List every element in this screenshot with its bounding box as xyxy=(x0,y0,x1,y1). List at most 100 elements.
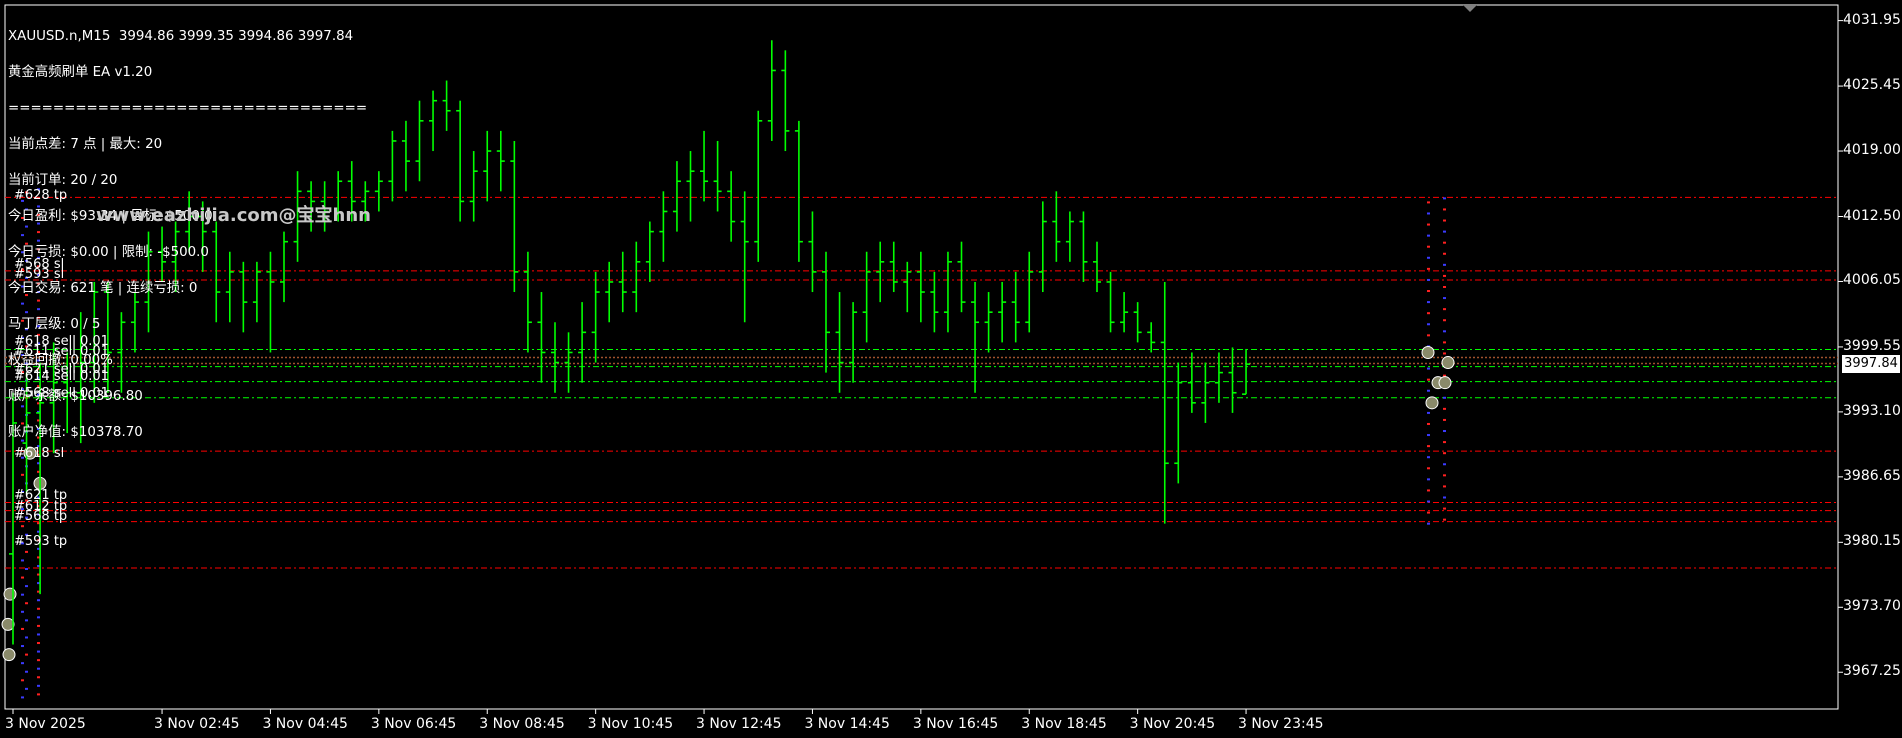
trade-marker xyxy=(37,642,40,645)
trade-marker xyxy=(1427,445,1430,448)
trade-marker xyxy=(1427,511,1430,514)
x-tick-label: 3 Nov 08:45 xyxy=(479,716,565,732)
deal-marker-icon xyxy=(1441,356,1455,370)
y-tick-label: 3973.70 xyxy=(1843,598,1901,615)
trade-marker xyxy=(25,636,28,639)
trade-marker xyxy=(1427,467,1430,470)
trade-marker xyxy=(21,645,24,648)
trade-marker xyxy=(1443,452,1446,455)
deal-marker-icon xyxy=(1425,396,1439,410)
trade-marker xyxy=(21,610,24,613)
trade-marker xyxy=(1427,201,1430,204)
order-label: #618 sl xyxy=(14,446,65,462)
trade-marker xyxy=(1427,312,1430,315)
separator: ================================ xyxy=(8,101,368,116)
trade-marker xyxy=(1443,263,1446,266)
trade-marker xyxy=(1427,245,1430,248)
trade-marker xyxy=(1427,522,1430,525)
trade-marker xyxy=(21,559,24,562)
trade-marker xyxy=(1427,389,1430,392)
trade-marker xyxy=(37,624,40,627)
trade-marker xyxy=(25,653,28,656)
trade-marker xyxy=(1443,441,1446,444)
trade-marker xyxy=(1427,267,1430,270)
trade-marker xyxy=(1427,456,1430,459)
trade-marker xyxy=(37,650,40,653)
trade-marker xyxy=(1427,212,1430,215)
trade-marker xyxy=(1443,319,1446,322)
trade-marker xyxy=(1443,485,1446,488)
trade-marker xyxy=(21,525,24,528)
x-tick-label: 3 Nov 2025 xyxy=(5,716,86,732)
trade-marker xyxy=(1443,230,1446,233)
trade-marker xyxy=(1427,278,1430,281)
ea-name: 黄金高频刷单 EA v1.20 xyxy=(8,65,153,80)
x-tick-label: 3 Nov 18:45 xyxy=(1021,716,1107,732)
trade-marker xyxy=(1443,396,1446,399)
trade-marker xyxy=(1443,430,1446,433)
trade-marker xyxy=(21,627,24,630)
deal-marker-icon xyxy=(3,587,17,601)
trade-marker xyxy=(1443,297,1446,300)
trade-marker xyxy=(1427,334,1430,337)
y-tick-label: 4019.00 xyxy=(1843,142,1901,159)
info-line: 当前点差: 7 点 | 最大: 20 xyxy=(8,137,163,152)
trade-marker xyxy=(1443,474,1446,477)
trade-marker xyxy=(1427,323,1430,326)
info-line: 今日交易: 621 笔 | 连续亏损: 0 xyxy=(8,281,198,296)
watermark: www.eazhijia.com@宝宝hnn xyxy=(96,205,371,226)
trade-marker xyxy=(1443,330,1446,333)
trade-marker xyxy=(37,684,40,687)
y-tick-label: 4006.05 xyxy=(1843,272,1901,289)
trade-marker xyxy=(1443,496,1446,499)
order-label: #614 sell 0.01 xyxy=(14,368,109,384)
trade-marker xyxy=(1427,256,1430,259)
x-tick-label: 3 Nov 06:45 xyxy=(370,716,457,732)
order-label: #628 tp xyxy=(14,188,68,204)
trade-marker xyxy=(1443,219,1446,222)
trade-marker xyxy=(1443,197,1446,200)
trade-marker xyxy=(1443,208,1446,211)
trade-marker xyxy=(37,676,40,679)
trade-marker xyxy=(1443,518,1446,521)
deal-marker-icon xyxy=(1438,376,1452,390)
trade-marker xyxy=(25,550,28,553)
trade-marker xyxy=(1443,463,1446,466)
x-tick-label: 3 Nov 04:45 xyxy=(262,716,348,732)
y-tick-label: 3999.55 xyxy=(1843,337,1901,354)
trade-marker xyxy=(1443,341,1446,344)
x-tick-label: 3 Nov 02:45 xyxy=(154,716,240,732)
trade-marker xyxy=(37,633,40,636)
trade-marker xyxy=(21,473,24,476)
x-tick-label: 3 Nov 23:45 xyxy=(1238,716,1324,732)
trade-marker xyxy=(21,662,24,665)
x-tick-label: 3 Nov 10:45 xyxy=(587,716,674,732)
trade-marker xyxy=(1443,507,1446,510)
y-tick-label: 4012.50 xyxy=(1843,207,1901,224)
trade-marker xyxy=(1443,418,1446,421)
trade-marker xyxy=(21,576,24,579)
trade-marker xyxy=(37,607,40,610)
trade-marker xyxy=(1427,378,1430,381)
trade-marker xyxy=(1427,411,1430,414)
trade-marker xyxy=(25,619,28,622)
trade-marker xyxy=(1443,308,1446,311)
trade-marker xyxy=(1443,252,1446,255)
trade-marker xyxy=(1427,301,1430,304)
trade-marker xyxy=(21,593,24,596)
ea-info-panel: XAUUSD.n,M15 3994.86 3999.35 3994.86 399… xyxy=(8,7,367,451)
trade-marker xyxy=(1427,434,1430,437)
info-line: 账户净值: $10378.70 xyxy=(8,425,143,440)
current-price-label: 3997.84 xyxy=(1842,355,1900,374)
x-tick-label: 3 Nov 20:45 xyxy=(1129,716,1216,732)
trade-marker xyxy=(37,693,40,696)
y-tick-label: 3967.25 xyxy=(1843,663,1901,680)
x-tick-label: 3 Nov 16:45 xyxy=(912,716,999,732)
trade-marker xyxy=(1443,241,1446,244)
trade-marker xyxy=(1427,422,1430,425)
trade-marker xyxy=(1443,352,1446,355)
order-label: #568 tp xyxy=(14,508,68,524)
trade-marker xyxy=(21,679,24,682)
order-label: #568 sell 0.01 xyxy=(14,385,109,401)
trade-marker xyxy=(25,687,28,690)
